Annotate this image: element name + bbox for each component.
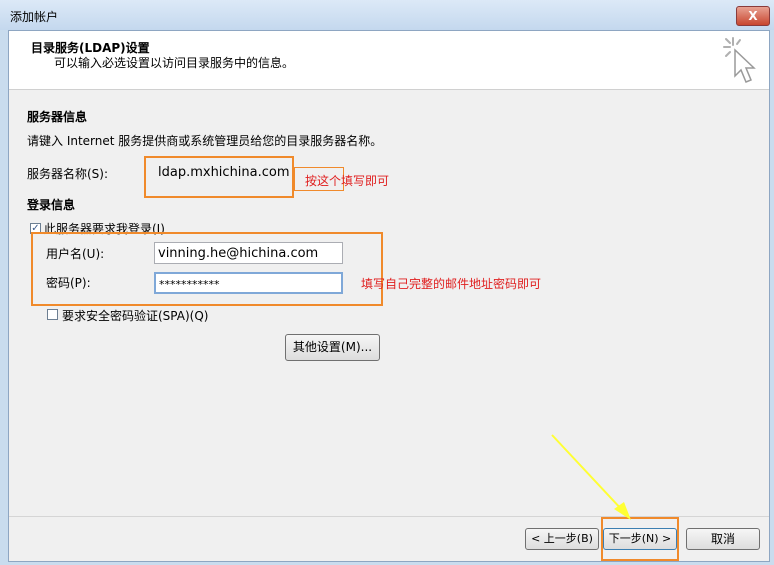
username-input[interactable]: vinning.he@hichina.com: [154, 242, 343, 264]
spa-checkbox[interactable]: [47, 309, 58, 320]
dialog-window: 目录服务(LDAP)设置 可以输入必选设置以访问目录服务中的信息。 服务器信息 …: [8, 30, 770, 562]
more-settings-button[interactable]: 其他设置(M)...: [285, 334, 380, 361]
password-input[interactable]: ***********: [154, 272, 343, 294]
cancel-button[interactable]: 取消: [686, 528, 760, 550]
page-subtitle: 可以输入必选设置以访问目录服务中的信息。: [54, 56, 295, 70]
window-title: 添加帐户: [10, 10, 59, 24]
server-info-description: 请键入 Internet 服务提供商或系统管理员给您的目录服务器名称。: [27, 134, 383, 148]
next-highlight-box: [601, 517, 679, 561]
spa-label: 要求安全密码验证(SPA)(Q): [62, 309, 209, 323]
close-button[interactable]: X: [736, 6, 770, 26]
server-highlight-box: [144, 156, 294, 198]
username-label: 用户名(U):: [46, 247, 105, 261]
server-annotation: 按这个填写即可: [305, 174, 390, 188]
password-annotation: 填写自己完整的邮件地址密码即可: [361, 277, 542, 291]
server-name-label: 服务器名称(S):: [27, 167, 109, 181]
back-button[interactable]: < 上一步(B): [525, 528, 599, 550]
server-info-heading: 服务器信息: [27, 110, 88, 124]
header-panel: 目录服务(LDAP)设置 可以输入必选设置以访问目录服务中的信息。: [9, 31, 769, 90]
login-info-heading: 登录信息: [27, 198, 76, 212]
cursor-sparkle-icon: [723, 37, 756, 83]
title-bar: 添加帐户 X: [0, 0, 774, 30]
password-label: 密码(P):: [46, 276, 91, 290]
